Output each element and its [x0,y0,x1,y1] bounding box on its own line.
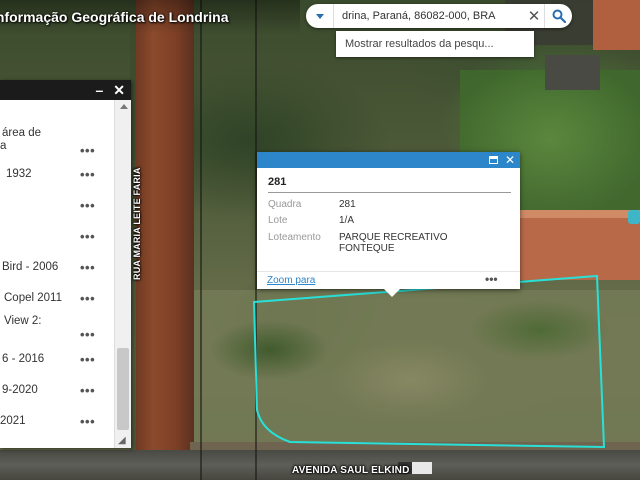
scrollbar-thumb[interactable] [117,348,129,430]
layer-options-button[interactable]: ••• [80,229,95,244]
street-label-vertical: RUA MARIA LEITE FARIA [132,167,142,280]
layer-label: a [0,140,7,152]
chevron-up-icon[interactable] [120,104,128,109]
street-label-horizontal: AVENIDA SAUL ELKIND [292,465,410,476]
layer-options-button[interactable]: ••• [80,352,95,367]
layer-label: 2021 [0,415,26,427]
layer-options-button[interactable]: ••• [80,143,95,158]
minimize-icon[interactable]: – [95,80,103,100]
layer-item[interactable]: View 2: ••• [0,314,114,344]
search-suggestion[interactable]: Mostrar resultados da pesqu... [336,31,534,57]
layer-label: 1932 [6,168,32,180]
layer-options-button[interactable]: ••• [80,383,95,398]
layer-list-panel: – ✕ área de a ••• 1932 ••• ••• ••• Bird … [0,80,131,448]
attribute-key: Quadra [268,199,302,210]
attribute-value: 281 [339,199,356,210]
layer-list: área de a ••• 1932 ••• ••• ••• Bird - 20… [0,100,131,448]
layer-label: Copel 2011 [4,292,62,304]
layer-options-button[interactable]: ••• [80,260,95,275]
layer-options-button[interactable]: ••• [80,291,95,306]
search-input[interactable] [334,6,524,26]
layer-item[interactable]: 1932 ••• [0,159,114,189]
attribute-key: Lote [268,215,288,226]
layer-item[interactable]: 2021 ••• [0,406,114,436]
attribute-value: 1/A [339,215,355,226]
search-button[interactable] [544,4,572,28]
parcel-outline [252,274,606,449]
layer-label: View 2: [4,315,42,327]
layer-item[interactable]: Bird - 2006 ••• [0,252,114,282]
divider [257,271,520,272]
maximize-icon[interactable] [488,156,498,164]
layer-item[interactable]: ••• [0,221,114,251]
feature-popup: ✕ 281 Quadra 281 Lote 1/A Loteamento PAR… [257,152,520,289]
layer-item[interactable]: ••• [0,190,114,220]
layer-item[interactable]: Copel 2011 ••• [0,283,114,313]
layer-options-button[interactable]: ••• [80,198,95,213]
close-icon[interactable]: ✕ [505,152,515,168]
search-icon [552,9,566,23]
layer-label: 6 - 2016 [2,353,45,365]
panel-scrollbar[interactable] [114,100,131,448]
attribute-value: PARQUE RECREATIVO [339,232,448,243]
popup-options-button[interactable]: ••• [485,272,498,286]
app-title: Informação Geográfica de Londrina [0,9,229,25]
attribute-value: FONTEQUE [339,243,395,254]
popup-pointer [384,289,400,297]
zoom-to-link[interactable]: Zoom para [267,275,315,286]
search-bar: ✕ [306,4,572,28]
layer-label: área de [2,127,42,139]
layer-options-button[interactable]: ••• [80,167,95,182]
layer-label: Bird - 2006 [2,261,59,273]
layer-label: 9-2020 [2,384,38,396]
divider [268,192,511,193]
close-icon[interactable]: ✕ [524,4,544,28]
attribute-key: Loteamento [268,232,321,243]
panel-header: – ✕ [0,80,131,100]
layer-item[interactable]: 9-2020 ••• [0,375,114,405]
close-icon[interactable]: ✕ [113,80,125,100]
popup-title: 281 [268,176,287,188]
resize-handle-icon[interactable]: ◢ [118,435,126,446]
layer-options-button[interactable]: ••• [80,327,95,342]
layer-options-button[interactable]: ••• [80,414,95,429]
chevron-down-icon [315,13,324,19]
search-source-dropdown[interactable] [306,4,334,28]
popup-header: ✕ [257,152,520,168]
layer-item[interactable]: 6 - 2016 ••• [0,344,114,374]
